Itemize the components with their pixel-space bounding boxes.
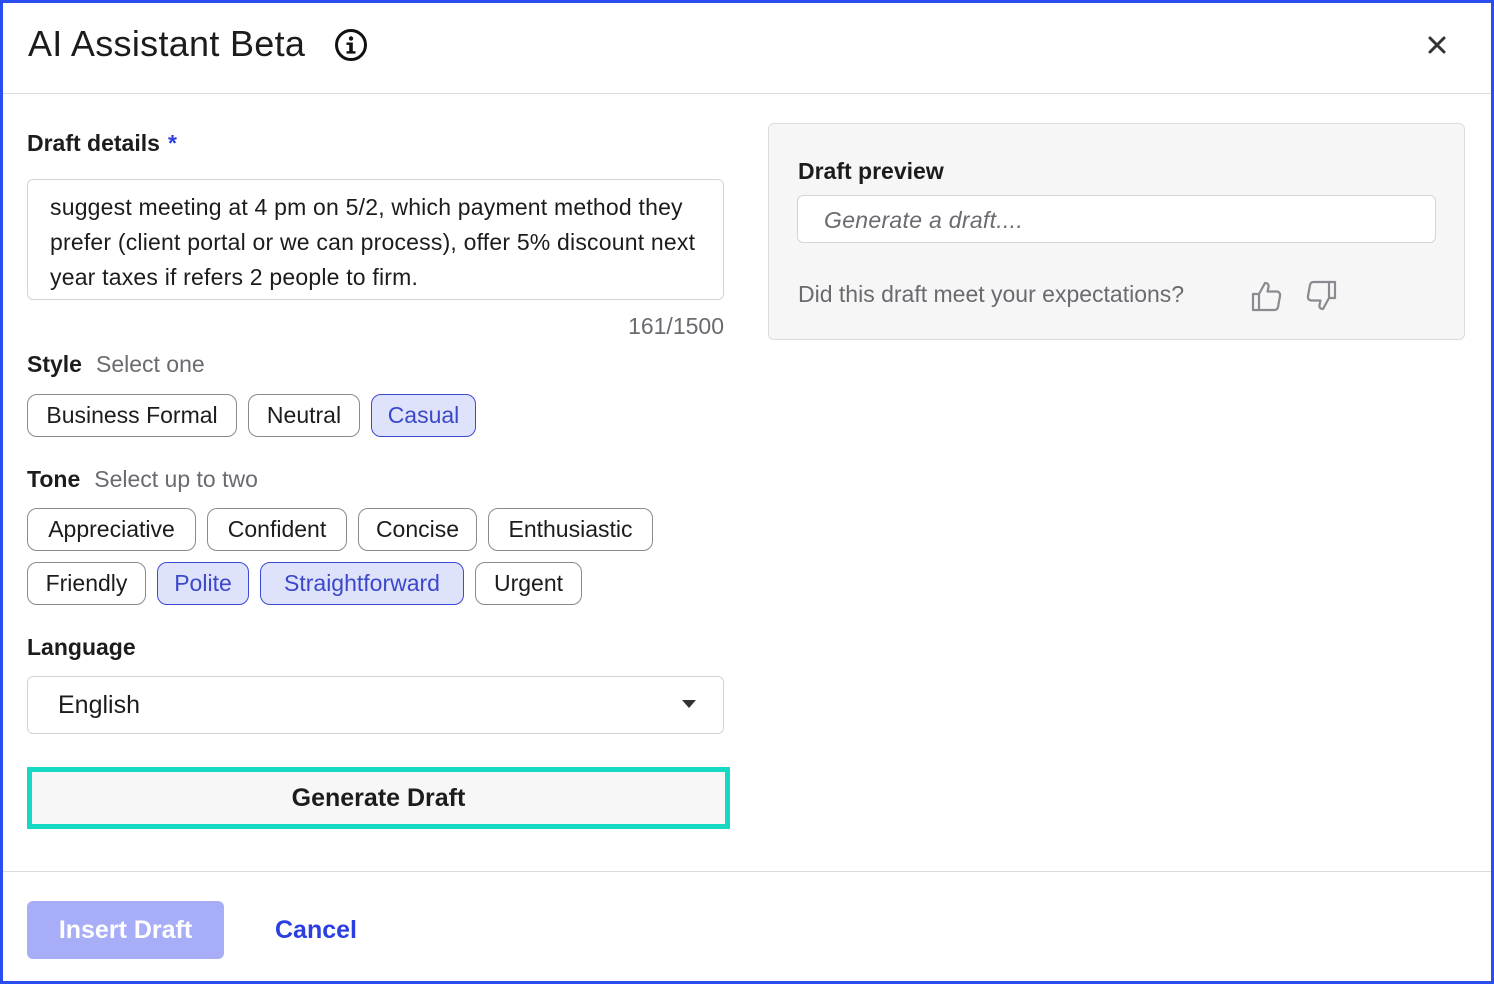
character-counter: 161/1500 bbox=[628, 313, 724, 339]
chevron-down-icon bbox=[682, 700, 696, 708]
close-icon[interactable] bbox=[1421, 29, 1453, 61]
ai-assistant-dialog: AI Assistant Beta Draft details * suggest… bbox=[0, 0, 1494, 984]
draft-details-label: Draft details * bbox=[27, 130, 177, 157]
feedback-question: Did this draft meet your expectations? bbox=[798, 281, 1185, 307]
info-icon[interactable] bbox=[334, 28, 368, 62]
style-chip-neutral[interactable]: Neutral bbox=[248, 394, 360, 437]
tone-hint: Select up to two bbox=[94, 466, 258, 492]
thumbs-up-icon[interactable] bbox=[1249, 279, 1283, 313]
style-label: Style Select one bbox=[27, 351, 205, 378]
draft-preview-placeholder: Generate a draft.... bbox=[824, 207, 1024, 233]
language-select[interactable]: English bbox=[27, 676, 724, 734]
generate-draft-button[interactable]: Generate Draft bbox=[27, 767, 730, 829]
tone-label: Tone Select up to two bbox=[27, 466, 258, 493]
draft-details-label-text: Draft details bbox=[27, 130, 160, 156]
style-chip-casual[interactable]: Casual bbox=[371, 394, 476, 437]
tone-chip-confident[interactable]: Confident bbox=[207, 508, 347, 551]
tone-chip-appreciative[interactable]: Appreciative bbox=[27, 508, 196, 551]
dialog-title: AI Assistant Beta bbox=[28, 23, 306, 64]
cancel-button[interactable]: Cancel bbox=[275, 901, 357, 959]
draft-preview-box: Generate a draft.... bbox=[797, 195, 1436, 243]
style-chip-business-formal[interactable]: Business Formal bbox=[27, 394, 237, 437]
dialog-footer: Insert Draft Cancel bbox=[3, 871, 1491, 982]
tone-chip-friendly[interactable]: Friendly bbox=[27, 562, 146, 605]
draft-preview-panel: Draft preview Generate a draft.... Did t… bbox=[768, 123, 1465, 340]
tone-chip-polite[interactable]: Polite bbox=[157, 562, 249, 605]
tone-chip-straightforward[interactable]: Straightforward bbox=[260, 562, 464, 605]
dialog-header: AI Assistant Beta bbox=[3, 3, 1491, 94]
tone-chip-enthusiastic[interactable]: Enthusiastic bbox=[488, 508, 653, 551]
tone-chip-concise[interactable]: Concise bbox=[358, 508, 477, 551]
required-mark: * bbox=[167, 130, 177, 156]
style-hint: Select one bbox=[95, 351, 205, 377]
thumbs-down-icon[interactable] bbox=[1305, 279, 1339, 313]
style-label-text: Style bbox=[27, 351, 82, 377]
language-select-value: English bbox=[58, 691, 140, 719]
tone-chip-urgent[interactable]: Urgent bbox=[475, 562, 582, 605]
tone-label-text: Tone bbox=[27, 466, 81, 492]
insert-draft-button[interactable]: Insert Draft bbox=[27, 901, 224, 959]
language-label: Language bbox=[27, 634, 136, 660]
draft-details-input[interactable]: suggest meeting at 4 pm on 5/2, which pa… bbox=[27, 179, 724, 300]
draft-preview-label: Draft preview bbox=[798, 158, 944, 184]
